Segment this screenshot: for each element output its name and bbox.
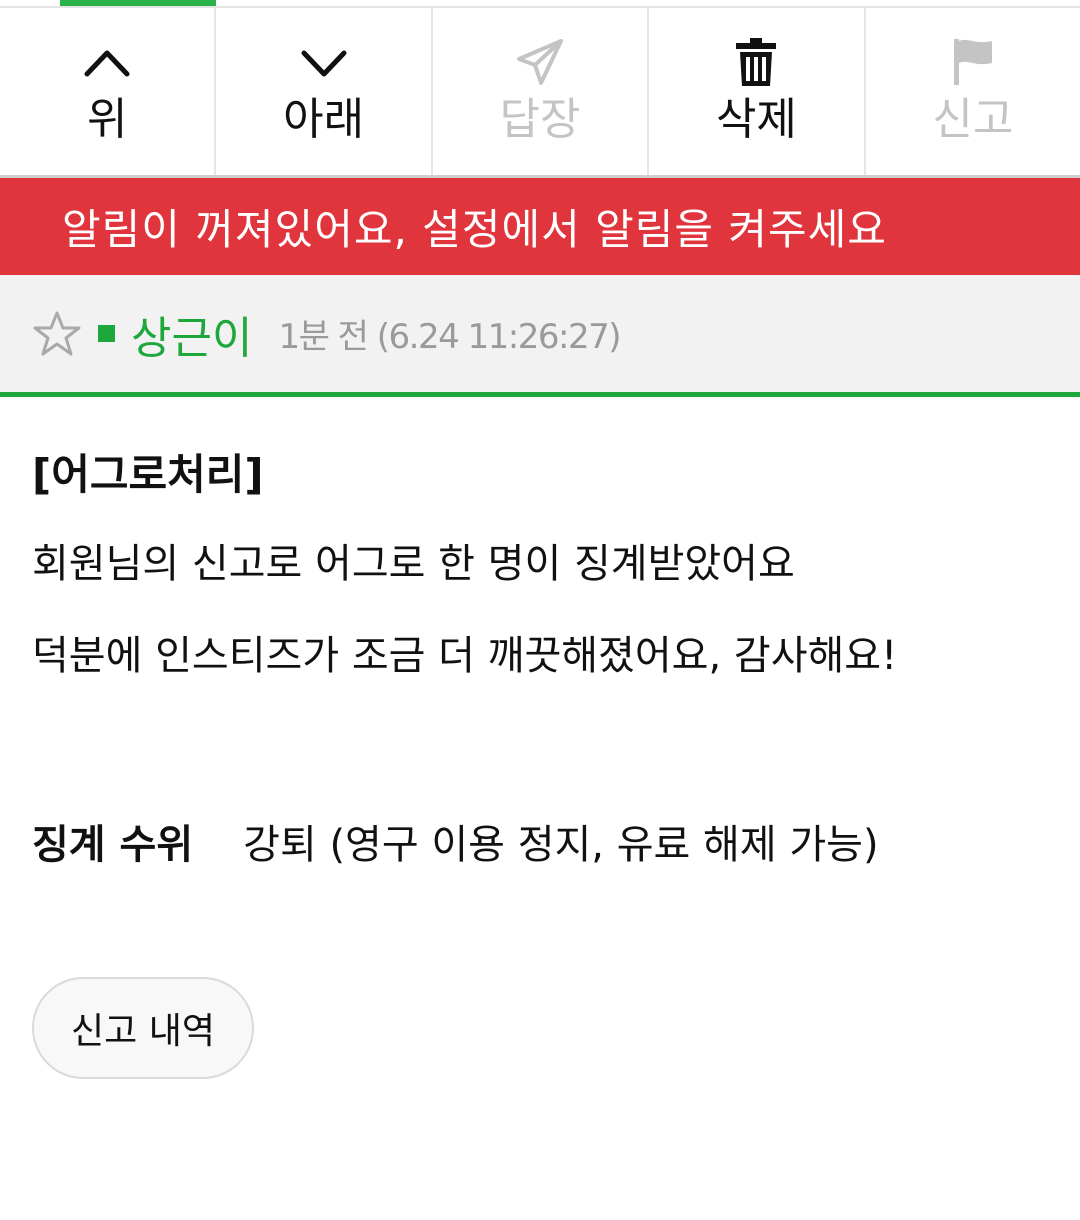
down-label: 아래 (283, 94, 365, 145)
chevron-up-icon (82, 36, 132, 88)
banner-text: 알림이 꺼져있어요, 설정에서 알림을 켜주세요 (62, 205, 887, 254)
post-time: 1분 전 (6.24 11:26:27) (278, 317, 621, 357)
message-body: [어그로처리] 회원님의 신고로 어그로 한 명이 징계받았어요 덕분에 인스티… (32, 440, 1052, 680)
message-line-2: 덕분에 인스티즈가 조금 더 깨끗해졌어요, 감사해요! (32, 633, 898, 679)
message-line-1: 회원님의 신고로 어그로 한 명이 징계받았어요 (32, 541, 795, 587)
post-author-row: 상근이 1분 전 (6.24 11:26:27) (0, 275, 1080, 397)
top-tab-strip (0, 0, 1080, 8)
author-status-dot (98, 325, 115, 342)
flag-icon (948, 36, 998, 88)
report-label: 신고 (932, 94, 1014, 145)
report-history-button[interactable]: 신고 내역 (32, 977, 254, 1079)
message-toolbar: 위 아래 답장 삭제 신고 (0, 8, 1080, 178)
page: 위 아래 답장 삭제 신고 알림이 꺼져있어요, 설정에서 알림을 켜주세요 상… (0, 0, 1080, 1220)
delete-label: 삭제 (715, 94, 797, 145)
discipline-label: 징계 수위 (32, 822, 194, 868)
paper-plane-icon (515, 36, 565, 88)
report-button[interactable]: 신고 (866, 8, 1080, 175)
star-icon[interactable] (30, 307, 84, 361)
trash-icon (731, 36, 781, 88)
delete-button[interactable]: 삭제 (649, 8, 866, 175)
active-tab-indicator (60, 0, 216, 6)
reply-label: 답장 (499, 94, 581, 145)
discipline-row: 징계 수위 강퇴 (영구 이용 정지, 유료 해제 가능) (32, 812, 879, 870)
author-name[interactable]: 상근이 (131, 302, 252, 366)
chevron-down-icon (299, 36, 349, 88)
message-headline: [어그로처리] (32, 450, 264, 499)
reply-button[interactable]: 답장 (433, 8, 650, 175)
down-button[interactable]: 아래 (216, 8, 433, 175)
up-button[interactable]: 위 (0, 8, 217, 175)
report-history-label: 신고 내역 (71, 1011, 215, 1052)
up-label: 위 (86, 94, 128, 145)
notification-off-banner[interactable]: 알림이 꺼져있어요, 설정에서 알림을 켜주세요 (0, 178, 1080, 275)
discipline-value: 강퇴 (영구 이용 정지, 유료 해제 가능) (243, 822, 879, 868)
